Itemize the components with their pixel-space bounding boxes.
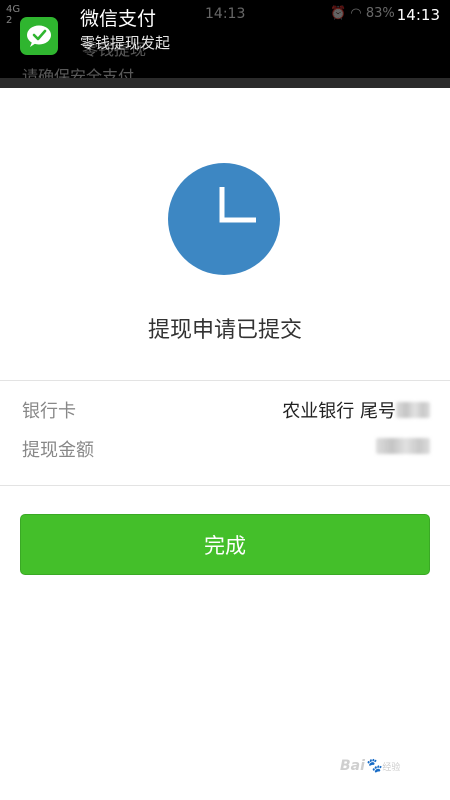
result-title: 提现申请已提交 [147,318,302,343]
bank-card-label: 银行卡 [22,401,76,422]
divider [0,380,450,381]
battery-level: 83% [365,6,395,21]
bank-card-value: 农业银行 尾号 [282,397,430,423]
amount-label: 提现金额 [22,440,94,461]
alarm-icon: ⏰ [330,6,347,21]
divider [0,485,450,486]
status-time: 14:13 [396,6,440,24]
notification-title: 微信支付 [80,8,157,30]
watermark: Bai🐾经验 [340,758,401,774]
wifi-icon: ◠ [350,6,362,21]
status-icons: ⏰ ◠ 83% [330,6,395,21]
clock-icon [168,163,280,275]
redacted-digits [396,402,430,418]
amount-value [376,438,430,454]
paw-icon: 🐾 [364,758,383,774]
notification-banner[interactable]: 4G 2 零钱提现 请确保安全支付 微信支付 零钱提现发起 14:13 ⏰ ◠ 8… [0,0,450,88]
notification-subtitle: 零钱提现发起 [80,34,171,52]
redacted-amount [376,438,430,454]
done-button[interactable]: 完成 [20,514,430,575]
header-bar [0,78,450,88]
wechat-icon [20,17,58,55]
network-indicator: 4G 2 [6,4,21,26]
status-time-ghost: 14:13 [205,6,246,22]
